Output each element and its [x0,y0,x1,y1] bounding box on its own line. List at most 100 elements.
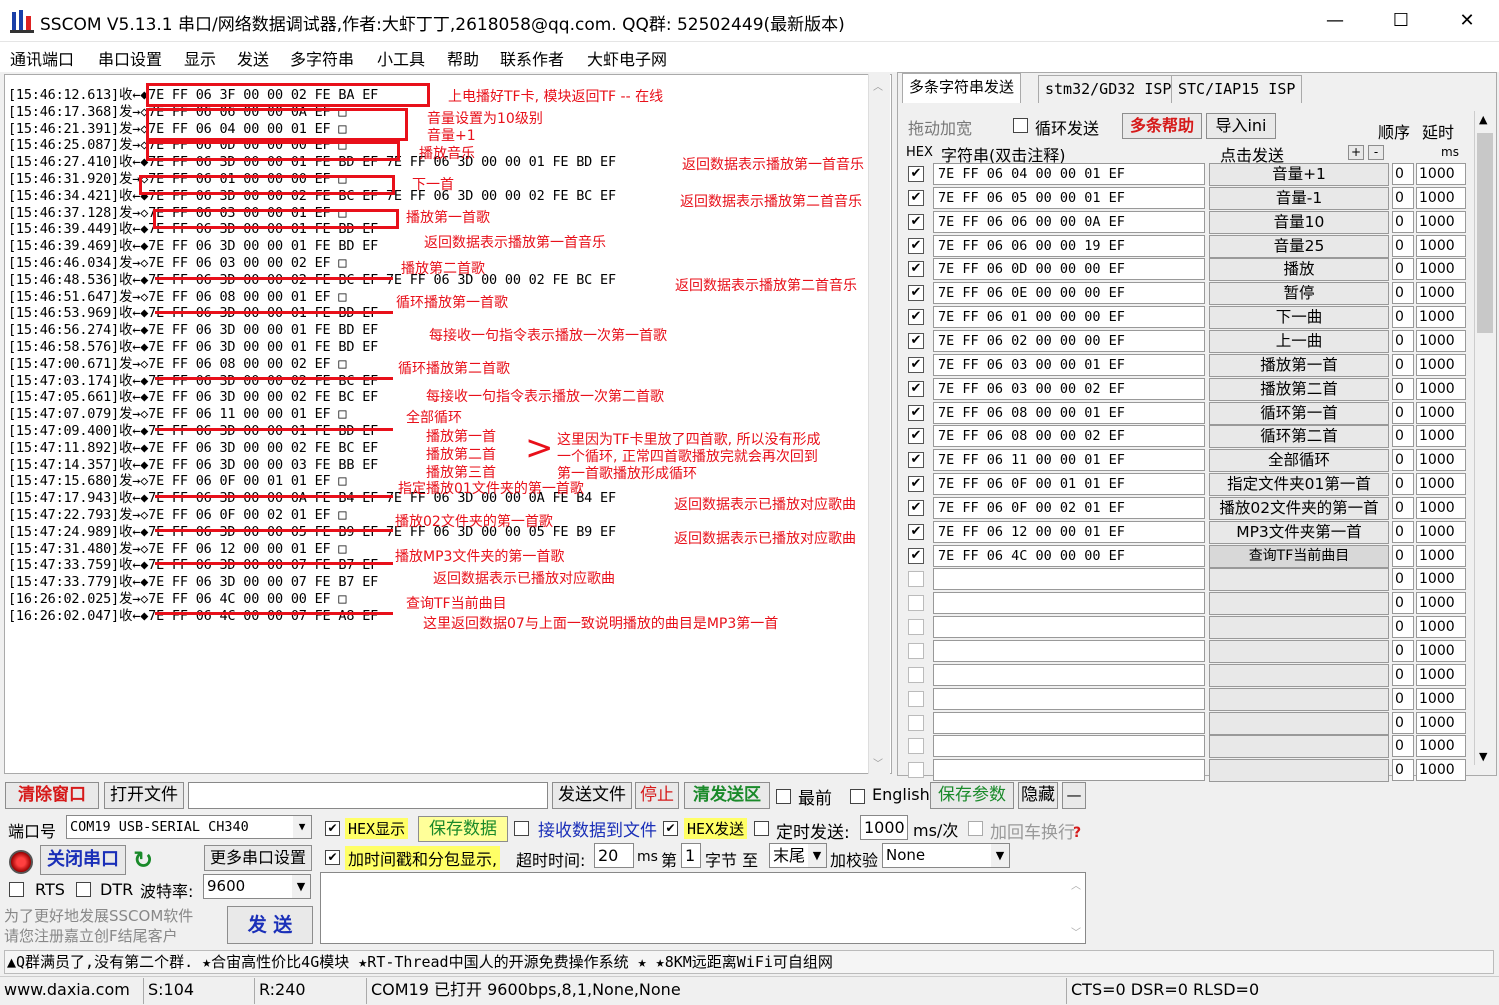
row-string-input[interactable]: 7E FF 06 08 00 00 02 EF [933,425,1205,448]
menu-serial-settings[interactable]: 串口设置 [98,46,162,70]
menu-port[interactable]: 通讯端口 [10,46,74,70]
menu-daxia[interactable]: 大虾电子网 [587,46,667,70]
row-string-input[interactable]: 7E FF 06 0F 00 01 01 EF [933,473,1205,496]
row-hex-checkbox[interactable]: ✔ [908,523,924,540]
save-params-button[interactable]: 保存参数 [930,782,1014,809]
row-order-input[interactable]: 0 [1392,663,1414,686]
row-hex-checkbox[interactable]: ✔ [908,332,924,349]
byte-start-input[interactable]: 1 [681,843,701,868]
row-send-button[interactable] [1209,568,1389,592]
status-site[interactable]: www.daxia.com [0,978,130,1004]
chevron-down-icon[interactable]: ▼ [808,844,826,867]
add-row-button[interactable]: + [1348,145,1364,160]
row-order-input[interactable]: 0 [1392,425,1414,448]
scroll-up-icon[interactable]: ︿ [873,78,883,93]
row-delay-input[interactable]: 1000 [1416,568,1466,591]
send-button[interactable]: 发 送 [227,906,313,944]
scroll-up-icon[interactable]: ︿ [1071,877,1081,892]
loop-send-checkbox[interactable] [1013,118,1028,133]
timeout-input[interactable]: 20 [594,843,634,868]
close-button[interactable]: ✕ [1434,0,1499,42]
row-order-input[interactable]: 0 [1392,306,1414,329]
clear-send-button[interactable]: 清发送区 [684,782,770,809]
save-data-button[interactable]: 保存数据 [418,816,508,842]
row-hex-checkbox[interactable] [908,714,924,731]
menu-send[interactable]: 发送 [237,46,269,70]
row-order-input[interactable]: 0 [1392,258,1414,281]
row-send-button[interactable]: 下一曲 [1209,306,1389,330]
row-string-input[interactable]: 7E FF 06 02 00 00 00 EF [933,329,1205,352]
row-send-button[interactable] [1209,640,1389,663]
row-delay-input[interactable]: 1000 [1416,735,1466,758]
baud-select[interactable]: 9600 ▼ [203,874,311,899]
row-order-input[interactable]: 0 [1392,329,1414,352]
row-delay-input[interactable]: 1000 [1416,640,1466,662]
scroll-up-icon[interactable]: ▲ [1479,113,1487,126]
chevron-down-icon[interactable]: ▼ [293,816,311,838]
row-order-input[interactable]: 0 [1392,282,1414,305]
row-order-input[interactable]: 0 [1392,520,1414,543]
row-delay-input[interactable]: 1000 [1416,401,1466,424]
row-send-button[interactable]: 音量25 [1209,234,1389,258]
recv-to-file-checkbox[interactable] [514,821,529,836]
row-order-input[interactable]: 0 [1392,544,1414,567]
row-string-input[interactable]: 7E FF 06 0E 00 00 00 EF [933,282,1205,305]
row-order-input[interactable]: 0 [1392,473,1414,496]
row-string-input[interactable]: 7E FF 06 0F 00 02 01 EF [933,496,1205,519]
row-delay-input[interactable]: 1000 [1416,329,1466,352]
row-hex-checkbox[interactable] [908,643,924,659]
row-send-button[interactable] [1209,735,1389,759]
row-hex-checkbox[interactable]: ✔ [908,166,924,182]
row-string-input[interactable] [933,592,1205,615]
row-send-button[interactable]: MP3文件夹第一首 [1209,520,1389,544]
row-order-input[interactable]: 0 [1392,449,1414,472]
row-order-input[interactable]: 0 [1392,735,1414,758]
row-string-input[interactable]: 7E FF 06 0D 00 00 00 EF [933,258,1205,281]
row-send-button[interactable]: 暂停 [1209,282,1389,306]
row-hex-checkbox[interactable]: ✔ [908,356,924,373]
row-delay-input[interactable]: 1000 [1416,592,1466,615]
row-string-input[interactable]: 7E FF 06 04 00 00 01 EF [933,163,1205,185]
menu-help[interactable]: 帮助 [447,46,479,70]
row-delay-input[interactable]: 1000 [1416,163,1466,185]
row-hex-checkbox[interactable]: ✔ [908,499,924,516]
row-delay-input[interactable]: 1000 [1416,663,1466,686]
row-send-button[interactable] [1209,592,1389,616]
menu-display[interactable]: 显示 [184,46,216,70]
row-delay-input[interactable]: 1000 [1416,449,1466,472]
row-delay-input[interactable]: 1000 [1416,711,1466,734]
row-order-input[interactable]: 0 [1392,234,1414,257]
port-select[interactable]: COM19 USB-SERIAL CH340 ▼ [66,815,312,839]
row-delay-input[interactable]: 1000 [1416,377,1466,400]
row-delay-input[interactable]: 1000 [1416,687,1466,710]
maximize-button[interactable]: ☐ [1368,0,1434,42]
menu-tools[interactable]: 小工具 [377,46,425,70]
timed-send-checkbox[interactable] [754,821,769,836]
row-order-input[interactable]: 0 [1392,377,1414,400]
drag-widen-label[interactable]: 拖动加宽 [908,115,972,139]
more-settings-button[interactable]: 更多串口设置 [204,845,312,871]
send-textarea[interactable]: ︿ ﹀ [320,872,1086,944]
row-send-button[interactable] [1209,759,1389,783]
row-send-button[interactable]: 播放 [1209,258,1389,282]
ad-ticker[interactable]: ▲Q群满员了,没有第二个群. ★合宙高性价比4G模块 ★RT-Thread中国人… [4,950,1494,974]
multi-help-button[interactable]: 多条帮助 [1122,113,1202,139]
row-send-button[interactable] [1209,687,1389,711]
row-send-button[interactable]: 音量-1 [1209,186,1389,210]
clear-window-button[interactable]: 清除窗口 [5,782,99,809]
row-delay-input[interactable]: 1000 [1416,520,1466,543]
row-hex-checkbox[interactable] [908,690,924,707]
interval-input[interactable]: 1000 [860,815,908,840]
receive-log[interactable]: [15:46:12.613]收←◆7E FF 06 3F 00 00 02 FE… [4,74,892,774]
row-order-input[interactable]: 0 [1392,496,1414,519]
multi-scrollbar[interactable]: ▲ ▼ [1474,111,1494,765]
row-send-button[interactable] [1209,663,1389,687]
row-hex-checkbox[interactable]: ✔ [908,476,924,493]
receive-scrollbar[interactable]: ︿ ﹀ [868,74,890,774]
hex-send-checkbox[interactable]: ✔ [663,821,678,836]
row-send-button[interactable]: 全部循环 [1209,449,1389,473]
row-string-input[interactable]: 7E FF 06 11 00 00 01 EF [933,449,1205,472]
stop-button[interactable]: 停止 [635,782,679,809]
row-hex-checkbox[interactable]: ✔ [908,309,924,326]
import-ini-button[interactable]: 导入ini [1206,113,1276,139]
